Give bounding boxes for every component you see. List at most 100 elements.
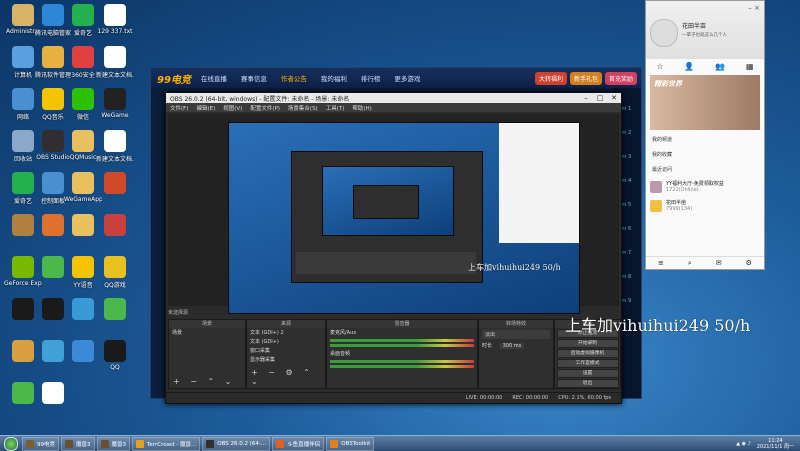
app-icon: [100, 439, 109, 448]
desktop-icon[interactable]: WeGame: [96, 88, 134, 119]
desktop-icon[interactable]: QQ: [96, 340, 134, 371]
desktop-icon[interactable]: [96, 298, 134, 322]
close-icon[interactable]: ✕: [607, 94, 621, 102]
taskbar-button[interactable]: 斗鱼直播伴侣: [272, 436, 325, 451]
scene-toolbar[interactable]: + − ⌃ ⌄: [173, 377, 235, 386]
clock[interactable]: 11:24 2021/11/1 周一: [757, 438, 794, 450]
tab-channels[interactable]: ☆: [656, 62, 663, 71]
mixer-track-label: 麦克风/Aux: [330, 330, 357, 336]
launcher-pill-0[interactable]: 大转福利: [534, 71, 567, 85]
chat-signature: 一辈子也就这么几个人: [682, 33, 727, 38]
preview-capture-4: [353, 185, 419, 219]
tray-icons[interactable]: ▲ ◉ ♪: [736, 441, 751, 447]
desktop-icon[interactable]: 新建文本文档.txt: [96, 46, 134, 79]
start-recording-button[interactable]: 开始录制: [556, 339, 619, 348]
obs-icon: [42, 130, 64, 152]
avatar[interactable]: [650, 19, 678, 47]
yy-chat-window[interactable]: 花田半亩 一辈子也就这么几个人 – × ☆ 👤 👥 ▦ 精彩世界 我的频道 我的…: [645, 0, 765, 270]
taskbar-button-label: OBS 26.0.2 (64-...: [217, 440, 267, 447]
chat-list-item[interactable]: 最近访问: [646, 162, 764, 177]
source-item[interactable]: 窗口采集: [247, 346, 325, 355]
maximize-icon[interactable]: □: [593, 94, 607, 102]
desktop-icon[interactable]: QQ游戏: [96, 256, 134, 289]
settings-button[interactable]: 设置: [556, 369, 619, 378]
contact-avatar: [650, 199, 662, 212]
desktop-icon-label: 新建文本文档.txt: [96, 156, 134, 163]
menu-edit[interactable]: 编辑(E): [196, 104, 215, 112]
source-item[interactable]: 文本 (GDI+): [247, 337, 325, 346]
taskbar: 99电竞 魔兽3 魔兽3 TerrCrowd - 魔兽... OBS 26.0.2 (6…: [0, 435, 800, 451]
contact-sub: 7999(134): [666, 206, 693, 212]
studio-mode-button[interactable]: 工作室模式: [556, 359, 619, 368]
transition-select[interactable]: 淡出: [482, 330, 550, 339]
tab-groups[interactable]: 👥: [715, 62, 725, 71]
source-item[interactable]: 文本 (GDI+) 2: [247, 328, 325, 337]
menu-icon[interactable]: ≡: [658, 259, 664, 267]
transition-duration[interactable]: 时长 300 ms: [479, 341, 553, 350]
search-icon[interactable]: ⌕: [688, 259, 692, 268]
qq-game-icon: [104, 256, 126, 278]
software-manager-icon: [42, 46, 64, 68]
minimize-icon[interactable]: –: [579, 94, 593, 102]
menu-file[interactable]: 文件(F): [170, 104, 188, 112]
launcher-nav-0[interactable]: 在线直播: [201, 73, 227, 83]
source-toolbar[interactable]: + − ⚙ ⌃ ⌄: [251, 368, 325, 386]
launcher-nav-5[interactable]: 更多游戏: [394, 73, 420, 83]
menu-view[interactable]: 视图(V): [223, 104, 242, 112]
taskbar-button[interactable]: 99电竞: [22, 436, 59, 451]
app-icon: [276, 439, 285, 448]
taskbar-button-label: 斗鱼直播伴侣: [287, 441, 321, 448]
launcher-pill-1[interactable]: 新手礼包: [569, 71, 602, 85]
gear-icon[interactable]: ⚙: [746, 259, 752, 267]
taskbar-button[interactable]: OBSToolkit: [326, 436, 375, 451]
chat-banner[interactable]: 精彩世界: [650, 75, 760, 130]
launcher-nav-3[interactable]: 我的福利: [321, 73, 347, 83]
menu-profile[interactable]: 配置文件(P): [250, 104, 280, 112]
taskbar-button[interactable]: OBS 26.0.2 (64-...: [202, 436, 271, 451]
desktop-icon[interactable]: [96, 172, 134, 196]
launcher-nav-4[interactable]: 排行榜: [361, 73, 381, 83]
menu-scene-collection[interactable]: 场景集合(S): [288, 104, 318, 112]
desktop-icon[interactable]: [96, 214, 134, 238]
window-controls[interactable]: – ×: [748, 4, 760, 12]
folder-icon: [72, 172, 94, 194]
launcher-nav-2[interactable]: 作者公告: [281, 73, 307, 83]
obs-preview[interactable]: 上车加vihuihui249 50/h: [168, 114, 619, 314]
launcher-nav-1[interactable]: 赛事信息: [241, 73, 267, 83]
chat-list-item[interactable]: 我的频道: [646, 132, 764, 147]
mixer-header: 混音器: [327, 320, 477, 328]
desktop-icon-label: GeForce Experience: [4, 280, 42, 287]
contact-item[interactable]: 花田半亩 7999(134): [646, 196, 764, 215]
wechat-icon: [72, 88, 94, 110]
chat-list-item[interactable]: 我的收藏: [646, 147, 764, 162]
source-item[interactable]: 显示器采集: [247, 355, 325, 364]
obs-window[interactable]: OBS 26.0.2 (64-bit, windows) - 配置文件: 未命名…: [165, 92, 622, 404]
qq-icon: [104, 340, 126, 362]
desktop: Administr... 腾讯电脑管家 爱奇艺 129 337.txt 计算机 腾讯软件管…: [0, 0, 800, 435]
menu-tools[interactable]: 工具(T): [326, 104, 345, 112]
taskbar-button[interactable]: TerrCrowd - 魔兽...: [132, 436, 201, 451]
desktop-icon[interactable]: [34, 382, 72, 406]
scene-item[interactable]: 场景: [169, 328, 245, 337]
exit-button[interactable]: 退出: [556, 379, 619, 388]
desktop-icon[interactable]: 129 337.txt: [96, 4, 134, 35]
chat-header: 花田半亩 一辈子也就这么几个人 – ×: [646, 1, 764, 59]
launcher-pill-2[interactable]: 首充奖励: [604, 71, 637, 85]
contact-name: 花田半亩: [666, 200, 687, 206]
taskbar-button[interactable]: 魔兽3: [61, 436, 95, 451]
tab-apps[interactable]: ▦: [746, 62, 754, 71]
watermark-text: 上车加vihuihui249 50/h: [565, 316, 751, 335]
chat-tabs: ☆ 👤 👥 ▦: [646, 59, 764, 73]
virtual-camera-button[interactable]: 启动虚拟摄像机: [556, 349, 619, 358]
taskbar-button-label: OBSToolkit: [341, 440, 371, 447]
mail-icon[interactable]: ✉: [716, 259, 722, 267]
desktop-icon[interactable]: 新建文本文档.txt: [96, 130, 134, 163]
app-icon: [42, 256, 64, 278]
start-button[interactable]: [0, 436, 22, 451]
contact-item[interactable]: YY福利大厅-免费领取权益 1722(Online): [646, 177, 764, 196]
desktop-icon-label: WeGameApps: [64, 196, 102, 203]
menu-help[interactable]: 帮助(H): [352, 104, 371, 112]
taskbar-button[interactable]: 魔兽3: [96, 436, 130, 451]
tab-friends[interactable]: 👤: [684, 62, 694, 71]
duration-field[interactable]: 300 ms: [499, 343, 525, 349]
